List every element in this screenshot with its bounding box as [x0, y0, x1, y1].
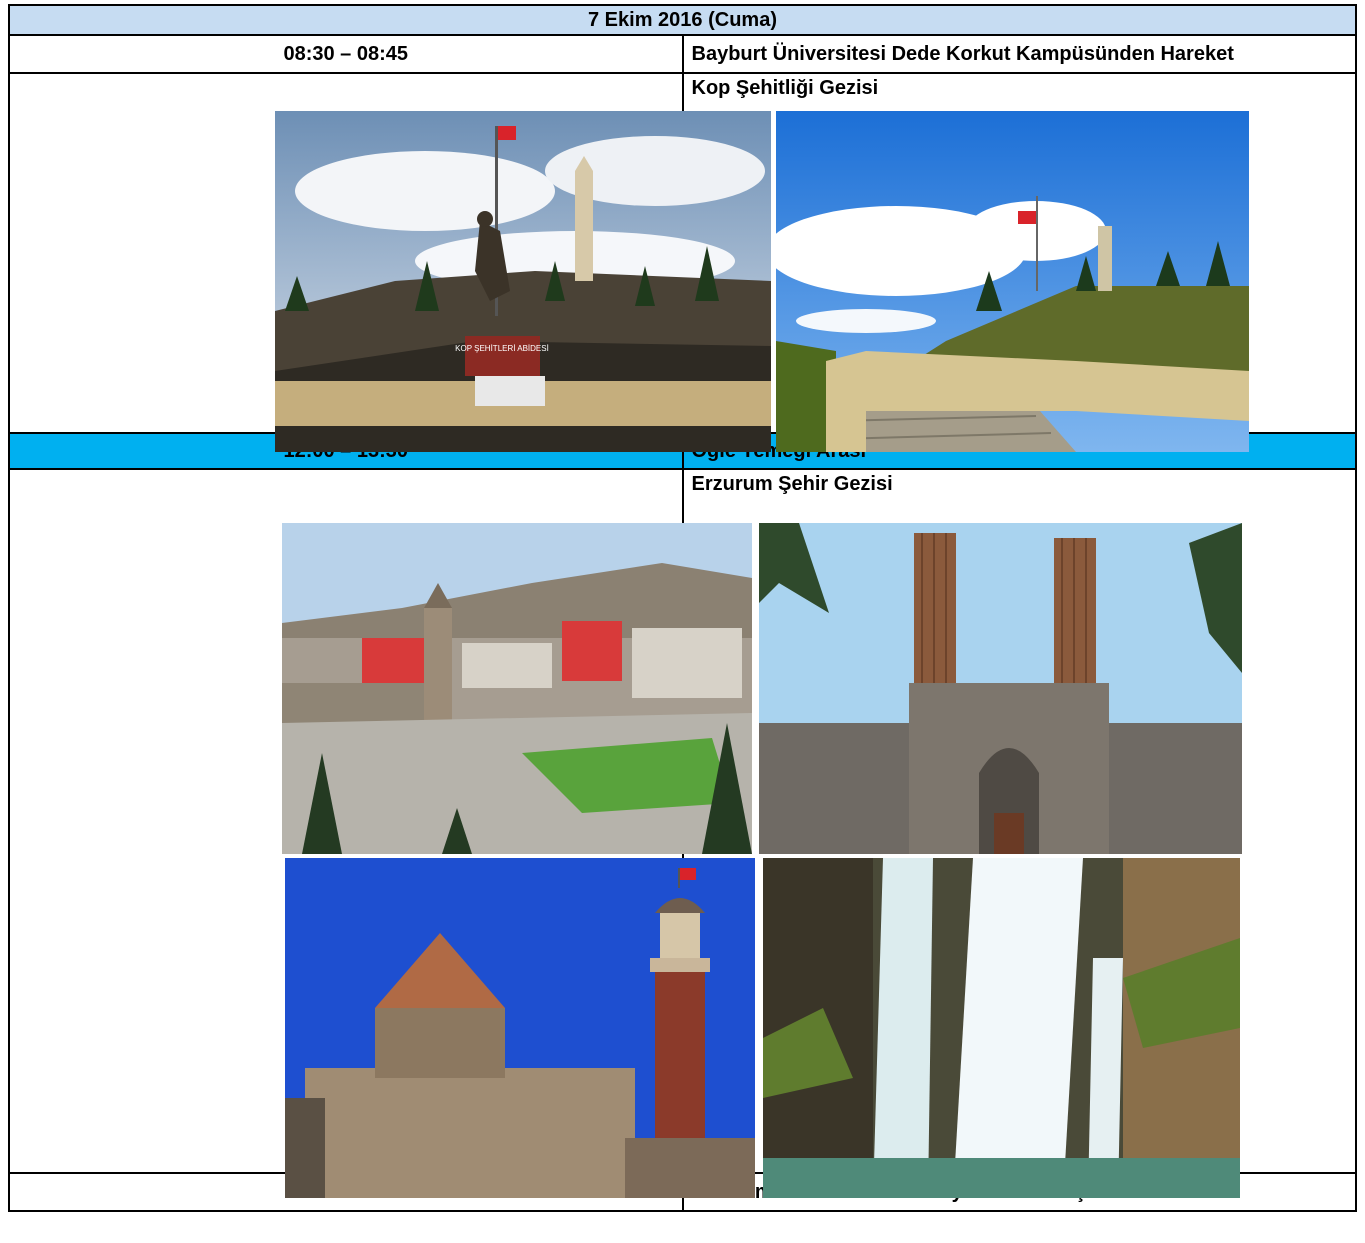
row-activity: Erzurum Şehir Gezisi [691, 473, 893, 495]
kop-monument-photo: KOP ŞEHİTLERİ ABİDESİ [275, 111, 771, 452]
monument-sign-text: KOP ŞEHİTLERİ ABİDESİ [455, 344, 549, 353]
cifte-minareli-photo [759, 523, 1242, 854]
row-activity: Bayburt Üniversitesi Dede Korkut Kampüsü… [681, 34, 1357, 74]
row-activity: Kop Şehitliği Gezisi [691, 77, 879, 99]
tortum-waterfall-photo [763, 858, 1240, 1198]
erzurum-square-photo [282, 523, 752, 854]
schedule-row: 08:30 – 08:45 Bayburt Üniversitesi Dede … [8, 34, 1357, 74]
kumbet-clock-tower-photo [285, 858, 755, 1198]
date-header-row: 7 Ekim 2016 (Cuma) [8, 4, 1357, 36]
date-header: 7 Ekim 2016 (Cuma) [8, 4, 1357, 36]
row-time: 08:30 – 08:45 [8, 34, 684, 74]
kop-stairs-photo [776, 111, 1249, 452]
